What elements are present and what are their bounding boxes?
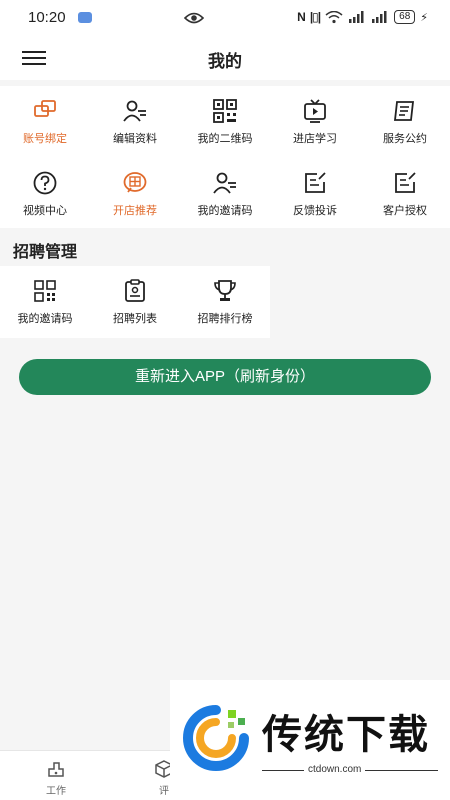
grid-item-service-agreement[interactable]: 服务公约	[360, 86, 450, 158]
eye-icon	[184, 12, 204, 24]
help-circle-icon	[33, 171, 57, 195]
grid-label: 视频中心	[23, 205, 67, 217]
grid-item-store-study[interactable]: 进店学习	[270, 86, 360, 158]
recruit-item-list[interactable]: 招聘列表	[90, 266, 180, 338]
recruit-item-ranking[interactable]: 招聘排行榜	[180, 266, 270, 338]
grid-label: 进店学习	[293, 133, 337, 145]
list-icon	[125, 279, 145, 302]
signal-icon	[349, 11, 364, 23]
grid-label: 我的邀请码	[197, 205, 253, 217]
watermark-logo-icon	[183, 705, 249, 771]
qr-code-icon	[213, 99, 237, 123]
status-icons: N |▯| 68 ⚡	[297, 10, 428, 24]
grid-item-account-bind[interactable]: 账号绑定	[0, 86, 90, 158]
grid-item-feedback[interactable]: 反馈投诉	[270, 158, 360, 228]
app-bar: 我的	[0, 36, 450, 80]
grid-label: 账号绑定	[23, 133, 67, 145]
account-bind-icon	[34, 100, 56, 117]
grid-item-store-recommend[interactable]: 开店推荐	[90, 158, 180, 228]
section-title-recruit: 招聘管理	[13, 244, 78, 261]
function-grid: 账号绑定 编辑资料 我的二维码 进店学习 服务公约 视频中心 开店推荐 我的邀请…	[0, 86, 450, 228]
grid-item-customer-authorize[interactable]: 客户授权	[360, 158, 450, 228]
alliance-icon	[123, 172, 147, 193]
grid-label: 招聘排行榜	[197, 313, 253, 325]
grid-label: 编辑资料	[113, 133, 157, 145]
nfc-icon: N	[297, 10, 306, 24]
watermark-text: 传统下载	[262, 712, 430, 758]
signal-icon-2	[372, 11, 387, 23]
battery-level: 68	[394, 10, 416, 24]
authorize-icon	[395, 172, 416, 193]
grid-row-2: 视频中心 开店推荐 我的邀请码 反馈投诉 客户授权	[0, 158, 450, 228]
wifi-icon	[325, 10, 343, 23]
charging-icon: ⚡	[420, 11, 428, 24]
contract-icon	[393, 101, 415, 121]
tv-play-icon	[304, 99, 326, 123]
recruit-item-invite-code[interactable]: 我的邀请码	[0, 266, 90, 338]
grid-label: 反馈投诉	[293, 205, 337, 217]
grid-row-1: 账号绑定 编辑资料 我的二维码 进店学习 服务公约	[0, 86, 450, 158]
grid-label: 服务公约	[383, 133, 427, 145]
feedback-icon	[305, 172, 326, 193]
page-title: 我的	[208, 52, 242, 71]
work-icon	[48, 762, 64, 777]
nav-label: 评	[159, 786, 169, 797]
watermark: 传统下载 ctdown.com	[170, 680, 450, 800]
grid-item-my-qr-code[interactable]: 我的二维码	[180, 86, 270, 158]
qr-code-icon	[34, 280, 56, 302]
notification-icon	[78, 12, 92, 23]
grid-item-video-center[interactable]: 视频中心	[0, 158, 90, 228]
grid-item-my-invite-code[interactable]: 我的邀请码	[180, 158, 270, 228]
grid-label: 我的二维码	[197, 133, 253, 145]
grid-label: 客户授权	[383, 205, 427, 217]
watermark-domain: ctdown.com	[304, 764, 366, 775]
status-time: 10:20	[28, 9, 66, 26]
grid-item-edit-profile[interactable]: 编辑资料	[90, 86, 180, 158]
grid-label: 我的邀请码	[17, 313, 73, 325]
nav-label: 工作	[46, 786, 66, 797]
recruit-grid: 我的邀请码 招聘列表 招聘排行榜	[0, 266, 270, 338]
nav-item-work[interactable]: 工作	[26, 759, 86, 797]
status-bar: 10:20 N |▯| 68 ⚡	[0, 0, 450, 36]
trophy-icon	[214, 280, 236, 301]
vibrate-icon: |▯|	[309, 10, 321, 24]
reenter-app-button[interactable]: 重新进入APP（刷新身份）	[19, 359, 431, 395]
grid-label: 招聘列表	[113, 313, 157, 325]
person-icon	[213, 172, 236, 194]
grid-label: 开店推荐	[113, 205, 157, 217]
edit-profile-icon	[123, 100, 146, 122]
